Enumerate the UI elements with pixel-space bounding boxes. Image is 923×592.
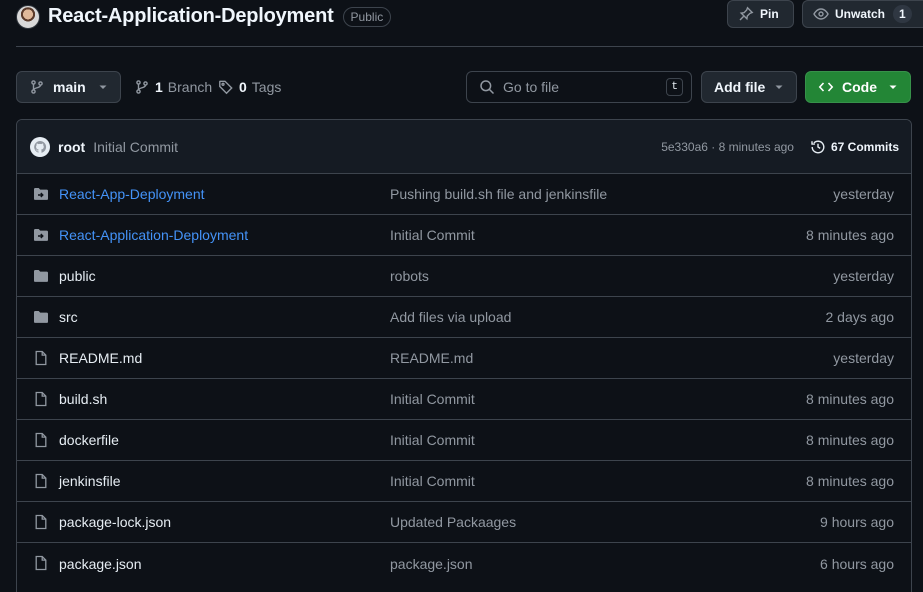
- file-name-link[interactable]: jenkinsfile: [59, 473, 120, 489]
- file-row[interactable]: package-lock.json Updated Packaages 9 hour…: [17, 502, 911, 543]
- file-commit-message[interactable]: Add files via upload: [390, 309, 511, 325]
- file-row[interactable]: dockerfile Initial Commit 8 minutes ago: [17, 420, 911, 461]
- watchers-count: 1: [893, 5, 912, 23]
- file-icon: [33, 473, 49, 489]
- file-commit-date: 8 minutes ago: [806, 227, 894, 243]
- code-button[interactable]: Code: [805, 71, 911, 103]
- branch-icon: [31, 80, 43, 94]
- tags-count: 0: [239, 79, 247, 95]
- chevron-down-icon: [775, 85, 783, 89]
- unwatch-label: Unwatch: [835, 7, 886, 21]
- branches-label: Branch: [167, 79, 213, 95]
- file-commit-date: 8 minutes ago: [806, 432, 894, 448]
- file-name-link[interactable]: public: [59, 268, 96, 284]
- commit-author-avatar[interactable]: [30, 136, 50, 157]
- commit-author[interactable]: root: [58, 139, 85, 155]
- file-commit-date: 6 hours ago: [820, 555, 894, 572]
- history-icon: [811, 140, 825, 153]
- file-commit-message[interactable]: Updated Packaages: [390, 514, 516, 530]
- file-name-link[interactable]: React-Application-Deployment: [59, 227, 248, 243]
- add-file-label: Add file: [714, 79, 766, 95]
- keyboard-shortcut-hint: t: [666, 78, 683, 96]
- unwatch-button[interactable]: Unwatch 1: [802, 0, 923, 28]
- branch-icon: [136, 80, 148, 94]
- go-to-file-search[interactable]: t: [466, 71, 692, 103]
- commits-link[interactable]: 67 Commits: [810, 139, 899, 155]
- commits-count-label: 67 Commits: [830, 139, 899, 154]
- tags-link[interactable]: 0 Tags: [218, 71, 281, 103]
- file-commit-message[interactable]: README.md: [390, 350, 473, 366]
- file-icon: [33, 514, 49, 530]
- file-row[interactable]: package.json package.json 6 hours ago: [17, 543, 911, 584]
- submodule-folder-icon: [33, 186, 49, 202]
- file-row[interactable]: README.md README.md yesterday: [17, 338, 911, 379]
- file-name-link[interactable]: README.md: [59, 350, 142, 366]
- file-commit-date: 2 days ago: [825, 309, 895, 325]
- file-commit-date: yesterday: [833, 350, 894, 366]
- file-commit-date: 9 hours ago: [820, 514, 894, 530]
- branch-selector[interactable]: main: [16, 71, 121, 103]
- file-row[interactable]: src Add files via upload 2 days ago: [17, 297, 911, 338]
- chevron-down-icon: [889, 85, 897, 89]
- file-commit-date: 8 minutes ago: [806, 391, 894, 407]
- file-commit-date: 8 minutes ago: [806, 473, 894, 489]
- chevron-down-icon: [99, 85, 107, 89]
- file-row[interactable]: jenkinsfile Initial Commit 8 minutes ago: [17, 461, 911, 502]
- file-icon: [33, 555, 49, 571]
- add-file-button[interactable]: Add file: [701, 71, 797, 103]
- repo-toolbar: main 1 Branch 0 Tags t Add f: [16, 71, 911, 103]
- file-icon: [33, 432, 49, 448]
- header-actions: Pin Unwatch 1: [727, 0, 923, 28]
- header-divider: [16, 46, 923, 47]
- search-input[interactable]: [503, 79, 653, 95]
- submodule-folder-icon: [33, 227, 49, 243]
- file-commit-message[interactable]: Initial Commit: [390, 432, 475, 448]
- repo-page: React-Application-Deployment Public Pin …: [0, 0, 923, 592]
- file-commit-message[interactable]: Initial Commit: [390, 391, 475, 407]
- file-commit-message[interactable]: package.json: [390, 556, 473, 572]
- latest-commit-bar: root Initial Commit 5e330a6 · 8 minutes …: [17, 120, 911, 174]
- file-list: React-App-Deployment Pushing build.sh fil…: [17, 174, 911, 584]
- file-name-link[interactable]: React-App-Deployment: [59, 186, 205, 202]
- code-icon: [818, 82, 834, 92]
- repo-header: React-Application-Deployment Public Pin …: [16, 0, 923, 33]
- file-name-link[interactable]: build.sh: [59, 391, 107, 407]
- tag-icon: [219, 80, 233, 95]
- branches-link[interactable]: 1 Branch: [134, 71, 212, 103]
- pin-icon: [739, 6, 754, 21]
- visibility-badge: Public: [342, 6, 392, 27]
- file-commit-message[interactable]: Initial Commit: [390, 227, 475, 243]
- commit-message[interactable]: Initial Commit: [93, 139, 178, 155]
- folder-icon: [33, 309, 49, 325]
- file-name-link[interactable]: src: [59, 309, 78, 325]
- branch-name: main: [53, 79, 86, 95]
- search-icon: [480, 80, 495, 95]
- pin-label: Pin: [760, 7, 779, 21]
- owner-avatar[interactable]: [16, 4, 40, 29]
- file-commit-message[interactable]: Pushing build.sh file and jenkinsfile: [390, 186, 607, 202]
- file-icon: [33, 350, 49, 366]
- file-name-link[interactable]: package-lock.json: [59, 514, 171, 530]
- file-commit-date: yesterday: [833, 268, 894, 284]
- code-label: Code: [842, 79, 877, 95]
- file-name-link[interactable]: dockerfile: [59, 432, 119, 448]
- file-browser: root Initial Commit 5e330a6 · 8 minutes …: [16, 119, 912, 592]
- commit-hash-and-time[interactable]: 5e330a6 · 8 minutes ago: [661, 140, 794, 154]
- file-row[interactable]: build.sh Initial Commit 8 minutes ago: [17, 379, 911, 420]
- pin-button[interactable]: Pin: [727, 0, 794, 28]
- file-commit-date: yesterday: [833, 186, 894, 202]
- file-row[interactable]: public robots yesterday: [17, 256, 911, 297]
- file-row[interactable]: React-Application-Deployment Initial Comm…: [17, 215, 911, 256]
- file-name-link[interactable]: package.json: [59, 556, 142, 572]
- repo-name[interactable]: React-Application-Deployment: [48, 5, 334, 28]
- file-row[interactable]: React-App-Deployment Pushing build.sh fil…: [17, 174, 911, 215]
- octocat-icon: [34, 140, 47, 153]
- folder-icon: [33, 268, 49, 284]
- file-commit-message[interactable]: Initial Commit: [390, 473, 475, 489]
- tags-label: Tags: [251, 79, 282, 95]
- file-icon: [33, 391, 49, 407]
- eye-icon: [813, 8, 829, 20]
- branches-count: 1: [155, 79, 163, 95]
- file-commit-message[interactable]: robots: [390, 268, 429, 284]
